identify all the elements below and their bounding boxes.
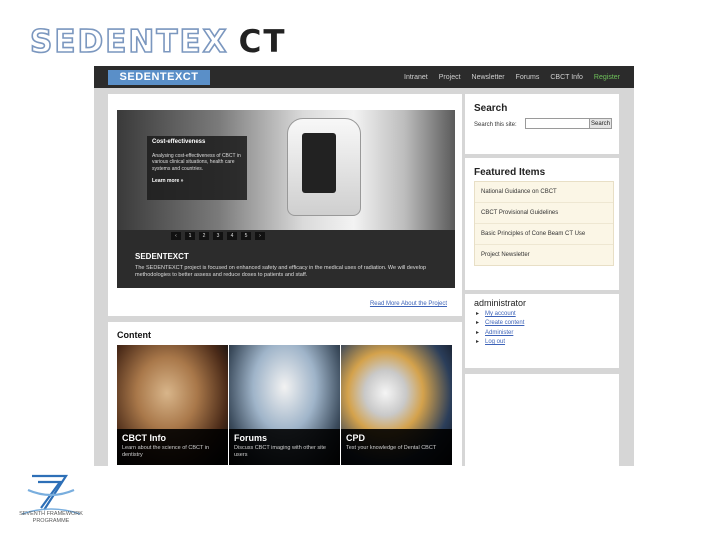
search-heading: Search xyxy=(474,103,508,114)
featured-slider-panel: Cost-effectiveness Analysing cost-effect… xyxy=(108,94,462,316)
pager-1[interactable]: 1 xyxy=(185,232,195,240)
tile-cpd[interactable]: CPD Test your knowledge of Dental CBCT xyxy=(341,345,452,465)
top-navigation-bar: SEDENTEXCT Intranet Project Newsletter F… xyxy=(94,66,634,88)
nav-forums[interactable]: Forums xyxy=(516,74,540,81)
sedentexct-logo: SEDENTEX CT xyxy=(29,23,287,61)
tile-title: CPD xyxy=(346,433,366,443)
empty-sidebar-block xyxy=(465,374,619,466)
tile-desc: Test your knowledge of Dental CBCT xyxy=(346,445,437,451)
fp7-caption-line2: PROGRAMME xyxy=(32,518,70,524)
menu-my-account[interactable]: ▸ My account xyxy=(476,310,524,319)
search-input[interactable] xyxy=(525,118,590,129)
featured-heading: Featured Items xyxy=(474,167,546,178)
slide-pager: ‹ 1 2 3 4 5 › xyxy=(171,232,265,240)
slide-heading: SEDENTEXCT xyxy=(135,252,189,261)
nav-project[interactable]: Project xyxy=(439,74,461,81)
featured-items-block: Featured Items National Guidance on CBCT… xyxy=(465,158,619,290)
menu-label: Log out xyxy=(485,338,506,345)
fp7-caption-line1: SEVENTH FRAMEWORK xyxy=(19,511,83,517)
search-block: Search Search this site: Search xyxy=(465,94,619,154)
main-nav: Intranet Project Newsletter Forums CBCT … xyxy=(404,66,620,88)
user-menu-block: administrator ▸ My account ▸ Create conten… xyxy=(465,294,619,368)
menu-label: Administer xyxy=(485,329,514,336)
logo-text-ct: CT xyxy=(238,24,287,60)
arrow-icon: ▸ xyxy=(476,338,480,345)
overlay-title: Cost-effectiveness xyxy=(152,139,206,145)
content-tiles: CBCT Info Learn about the science of CBC… xyxy=(117,345,452,465)
image-slider: Cost-effectiveness Analysing cost-effect… xyxy=(117,110,455,288)
pager-5[interactable]: 5 xyxy=(241,232,251,240)
content-panel: Content CBCT Info Learn about the scienc… xyxy=(108,322,462,466)
website-screenshot: SEDENTEXCT Intranet Project Newsletter F… xyxy=(94,66,634,466)
user-menu-heading: administrator xyxy=(474,298,527,308)
tile-caption: Forums Discuss CBCT imaging with other s… xyxy=(229,429,340,465)
featured-list: National Guidance on CBCT CBCT Provision… xyxy=(474,181,614,266)
learn-more-link[interactable]: Learn more » xyxy=(152,178,242,184)
pager-next[interactable]: › xyxy=(255,232,265,240)
menu-label: Create content xyxy=(485,320,525,327)
tile-title: Forums xyxy=(234,433,268,443)
arrow-icon: ▸ xyxy=(476,320,480,327)
overlay-text: Analysing cost-effectiveness of CBCT in … xyxy=(152,153,241,172)
tile-title: CBCT Info xyxy=(122,433,166,443)
menu-create-content[interactable]: ▸ Create content xyxy=(476,319,524,328)
nav-intranet[interactable]: Intranet xyxy=(404,74,428,81)
menu-administer[interactable]: ▸ Administer xyxy=(476,329,524,338)
featured-item[interactable]: National Guidance on CBCT xyxy=(475,182,613,203)
logo-text-sedentex: SEDENTEX xyxy=(29,23,229,61)
user-menu-list: ▸ My account ▸ Create content ▸ Administer … xyxy=(476,310,524,347)
tile-desc: Learn about the science of CBCT in denti… xyxy=(122,445,210,458)
arrow-icon: ▸ xyxy=(476,311,480,317)
content-heading: Content xyxy=(117,330,151,340)
pager-prev[interactable]: ‹ xyxy=(171,232,181,240)
featured-item[interactable]: Basic Principles of Cone Beam CT Use xyxy=(475,224,613,245)
nav-register[interactable]: Register xyxy=(594,74,620,81)
read-more-link[interactable]: Read More About the Project xyxy=(370,301,447,307)
tile-desc: Discuss CBCT imaging with other site use… xyxy=(234,445,326,458)
menu-log-out[interactable]: ▸ Log out xyxy=(476,338,524,347)
search-button[interactable]: Search xyxy=(589,118,612,129)
tile-caption: CBCT Info Learn about the science of CBC… xyxy=(117,429,228,465)
menu-label: My account xyxy=(485,311,516,317)
arrow-icon: ▸ xyxy=(476,329,480,336)
slide-overlay-box: Cost-effectiveness Analysing cost-effect… xyxy=(147,136,247,200)
pager-2[interactable]: 2 xyxy=(199,232,209,240)
site-logo[interactable]: SEDENTEXCT xyxy=(108,70,210,85)
tile-forums[interactable]: Forums Discuss CBCT imaging with other s… xyxy=(229,345,340,465)
search-label: Search this site: xyxy=(474,122,517,128)
slide-description: The SEDENTEXCT project is focused on enh… xyxy=(135,265,427,279)
tile-cbct-info[interactable]: CBCT Info Learn about the science of CBC… xyxy=(117,345,228,465)
featured-item[interactable]: CBCT Provisional Guidelines xyxy=(475,203,613,224)
nav-newsletter[interactable]: Newsletter xyxy=(472,74,505,81)
pager-3[interactable]: 3 xyxy=(213,232,223,240)
pager-4[interactable]: 4 xyxy=(227,232,237,240)
scanner-graphic xyxy=(287,118,361,216)
tile-caption: CPD Test your knowledge of Dental CBCT xyxy=(341,429,452,465)
featured-item[interactable]: Project Newsletter xyxy=(475,245,613,265)
nav-cbct-info[interactable]: CBCT Info xyxy=(550,74,583,81)
